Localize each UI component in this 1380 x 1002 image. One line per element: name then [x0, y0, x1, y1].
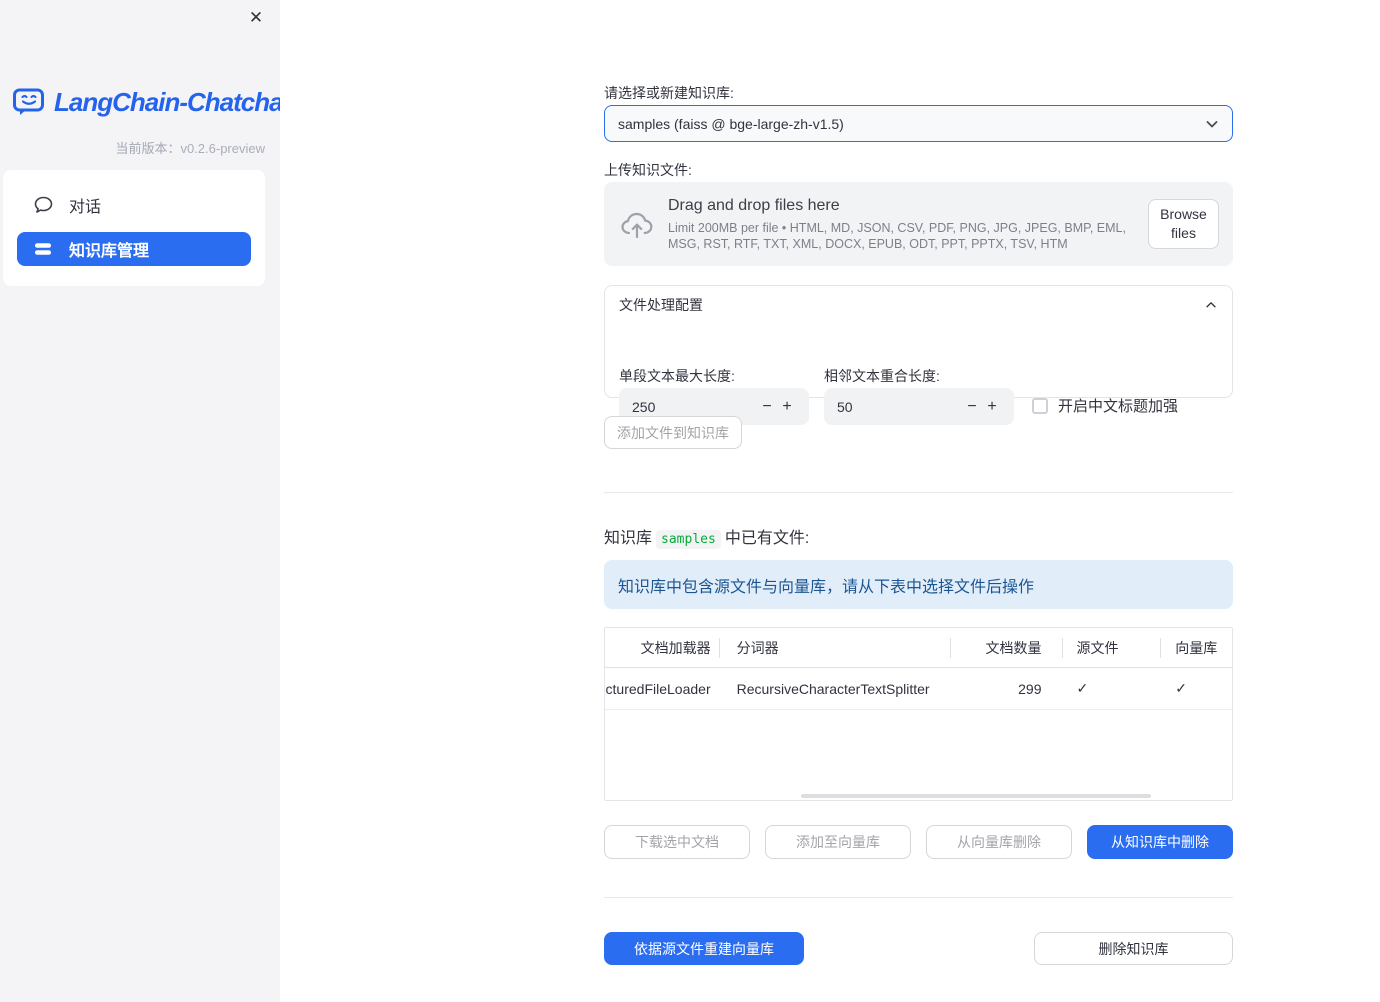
cell-vector-store-check: ✓ — [1175, 680, 1187, 696]
download-selected-button[interactable]: 下载选中文档 — [604, 825, 750, 859]
add-files-to-kb-button[interactable]: 添加文件到知识库 — [604, 416, 742, 449]
kb-select-dropdown[interactable]: samples (faiss @ bge-large-zh-v1.5) — [604, 105, 1233, 142]
browse-files-button[interactable]: Browse files — [1148, 199, 1219, 249]
kb-select-label: 请选择或新建知识库: — [604, 85, 734, 101]
divider — [604, 897, 1233, 898]
chat-smiley-logo-icon — [12, 86, 46, 118]
cell-doc-count: 299 — [1018, 680, 1042, 697]
chunk-size-label: 单段文本最大长度: — [619, 368, 735, 384]
delete-kb-button[interactable]: 删除知识库 — [1034, 932, 1233, 965]
sidebar-item-kb-manage-label: 知识库管理 — [69, 243, 150, 260]
table-header-vector-store: 向量库 — [1175, 639, 1218, 656]
column-separator — [719, 638, 720, 658]
kb-files-heading: 知识库 samples 中已有文件: — [604, 524, 810, 549]
upload-label: 上传知识文件: — [604, 162, 692, 178]
overlap-decrement-button[interactable]: − — [962, 398, 982, 416]
chat-bubble-icon — [33, 195, 53, 215]
sidebar-close-button[interactable]: ✕ — [244, 6, 268, 30]
main-content: 请选择或新建知识库: samples (faiss @ bge-large-zh… — [280, 0, 1380, 1002]
table-header-doc-count: 文档数量 — [985, 639, 1042, 656]
chunk-size-decrement-button[interactable]: − — [757, 398, 777, 416]
dropzone-text: Drag and drop files here Limit 200MB per… — [668, 197, 1146, 252]
zh-title-enhance-label: 开启中文标题加强 — [1058, 398, 1179, 415]
cloud-upload-icon — [620, 209, 654, 239]
table-horizontal-scrollbar[interactable] — [801, 794, 1151, 798]
version-label: 当前版本： — [115, 141, 181, 156]
file-config-expander: 文件处理配置 单段文本最大长度: 250 − + 相邻文本重合长度: 50 − … — [604, 285, 1233, 425]
file-dropzone[interactable]: Drag and drop files here Limit 200MB per… — [604, 182, 1233, 266]
chunk-size-value: 250 — [632, 398, 656, 415]
app-title: LangChain-Chatchat — [54, 86, 291, 117]
divider — [604, 492, 1233, 493]
knowledge-base-icon — [33, 239, 53, 259]
version-value: v0.2.6-preview — [180, 141, 265, 156]
app-logo: LangChain-Chatchat — [12, 86, 291, 118]
chevron-up-icon — [1204, 298, 1218, 312]
file-config-title: 文件处理配置 — [619, 297, 703, 313]
sidebar-item-chat[interactable]: 对话 — [17, 188, 251, 222]
overlap-increment-button[interactable]: + — [982, 398, 1002, 416]
sidebar-item-kb-manage[interactable]: 知识库管理 — [17, 232, 251, 266]
dropzone-title: Drag and drop files here — [668, 196, 840, 214]
column-separator — [1062, 638, 1063, 658]
kb-select-value: samples (faiss @ bge-large-zh-v1.5) — [618, 115, 844, 132]
rebuild-vector-store-button[interactable]: 依据源文件重建向量库 — [604, 932, 804, 965]
overlap-value: 50 — [837, 398, 853, 415]
chunk-size-increment-button[interactable]: + — [777, 398, 797, 416]
column-separator — [950, 638, 951, 658]
checkbox-box-icon[interactable] — [1032, 397, 1048, 414]
chevron-down-icon — [1204, 116, 1220, 132]
kb-files-suffix: 中已有文件: — [724, 530, 810, 547]
kb-files-table[interactable]: 文档加载器 分词器 文档数量 源文件 向量库 UnstructuredFileL… — [604, 627, 1233, 801]
info-banner: 知识库中包含源文件与向量库，请从下表中选择文件后操作 — [604, 560, 1233, 609]
cell-source-file-check: ✓ — [1076, 680, 1089, 696]
file-config-expander-header[interactable]: 文件处理配置 — [605, 286, 1232, 324]
kb-name-code: samples — [656, 530, 721, 549]
table-header-loader: 文档加载器 — [640, 639, 711, 656]
add-to-vector-store-button[interactable]: 添加至向量库 — [765, 825, 911, 859]
cell-splitter: RecursiveCharacterTextSplitter — [736, 680, 930, 697]
sidebar: ✕ LangChain-Chatchat 当前版本：v0.2.6-preview… — [0, 0, 291, 1002]
table-row[interactable]: UnstructuredFileLoader RecursiveCharacte… — [605, 668, 1232, 710]
dropzone-limits: Limit 200MB per file • HTML, MD, JSON, C… — [668, 220, 1126, 251]
cell-loader: UnstructuredFileLoader — [605, 680, 711, 697]
sidebar-menu: 对话 知识库管理 — [3, 170, 265, 286]
zh-title-enhance-checkbox[interactable]: 开启中文标题加强 — [1032, 395, 1178, 416]
kb-files-prefix: 知识库 — [604, 530, 653, 547]
delete-from-vector-store-button[interactable]: 从向量库删除 — [926, 825, 1072, 859]
table-header-splitter: 分词器 — [736, 639, 779, 656]
delete-from-kb-button[interactable]: 从知识库中删除 — [1087, 825, 1233, 859]
column-separator — [1160, 638, 1161, 658]
sidebar-item-chat-label: 对话 — [69, 199, 102, 216]
table-header-source-file: 源文件 — [1076, 639, 1119, 656]
table-header-row: 文档加载器 分词器 文档数量 源文件 向量库 — [605, 628, 1232, 668]
overlap-label: 相邻文本重合长度: — [824, 368, 940, 384]
version-text: 当前版本：v0.2.6-preview — [115, 138, 265, 157]
overlap-input[interactable]: 50 − + — [824, 388, 1014, 425]
